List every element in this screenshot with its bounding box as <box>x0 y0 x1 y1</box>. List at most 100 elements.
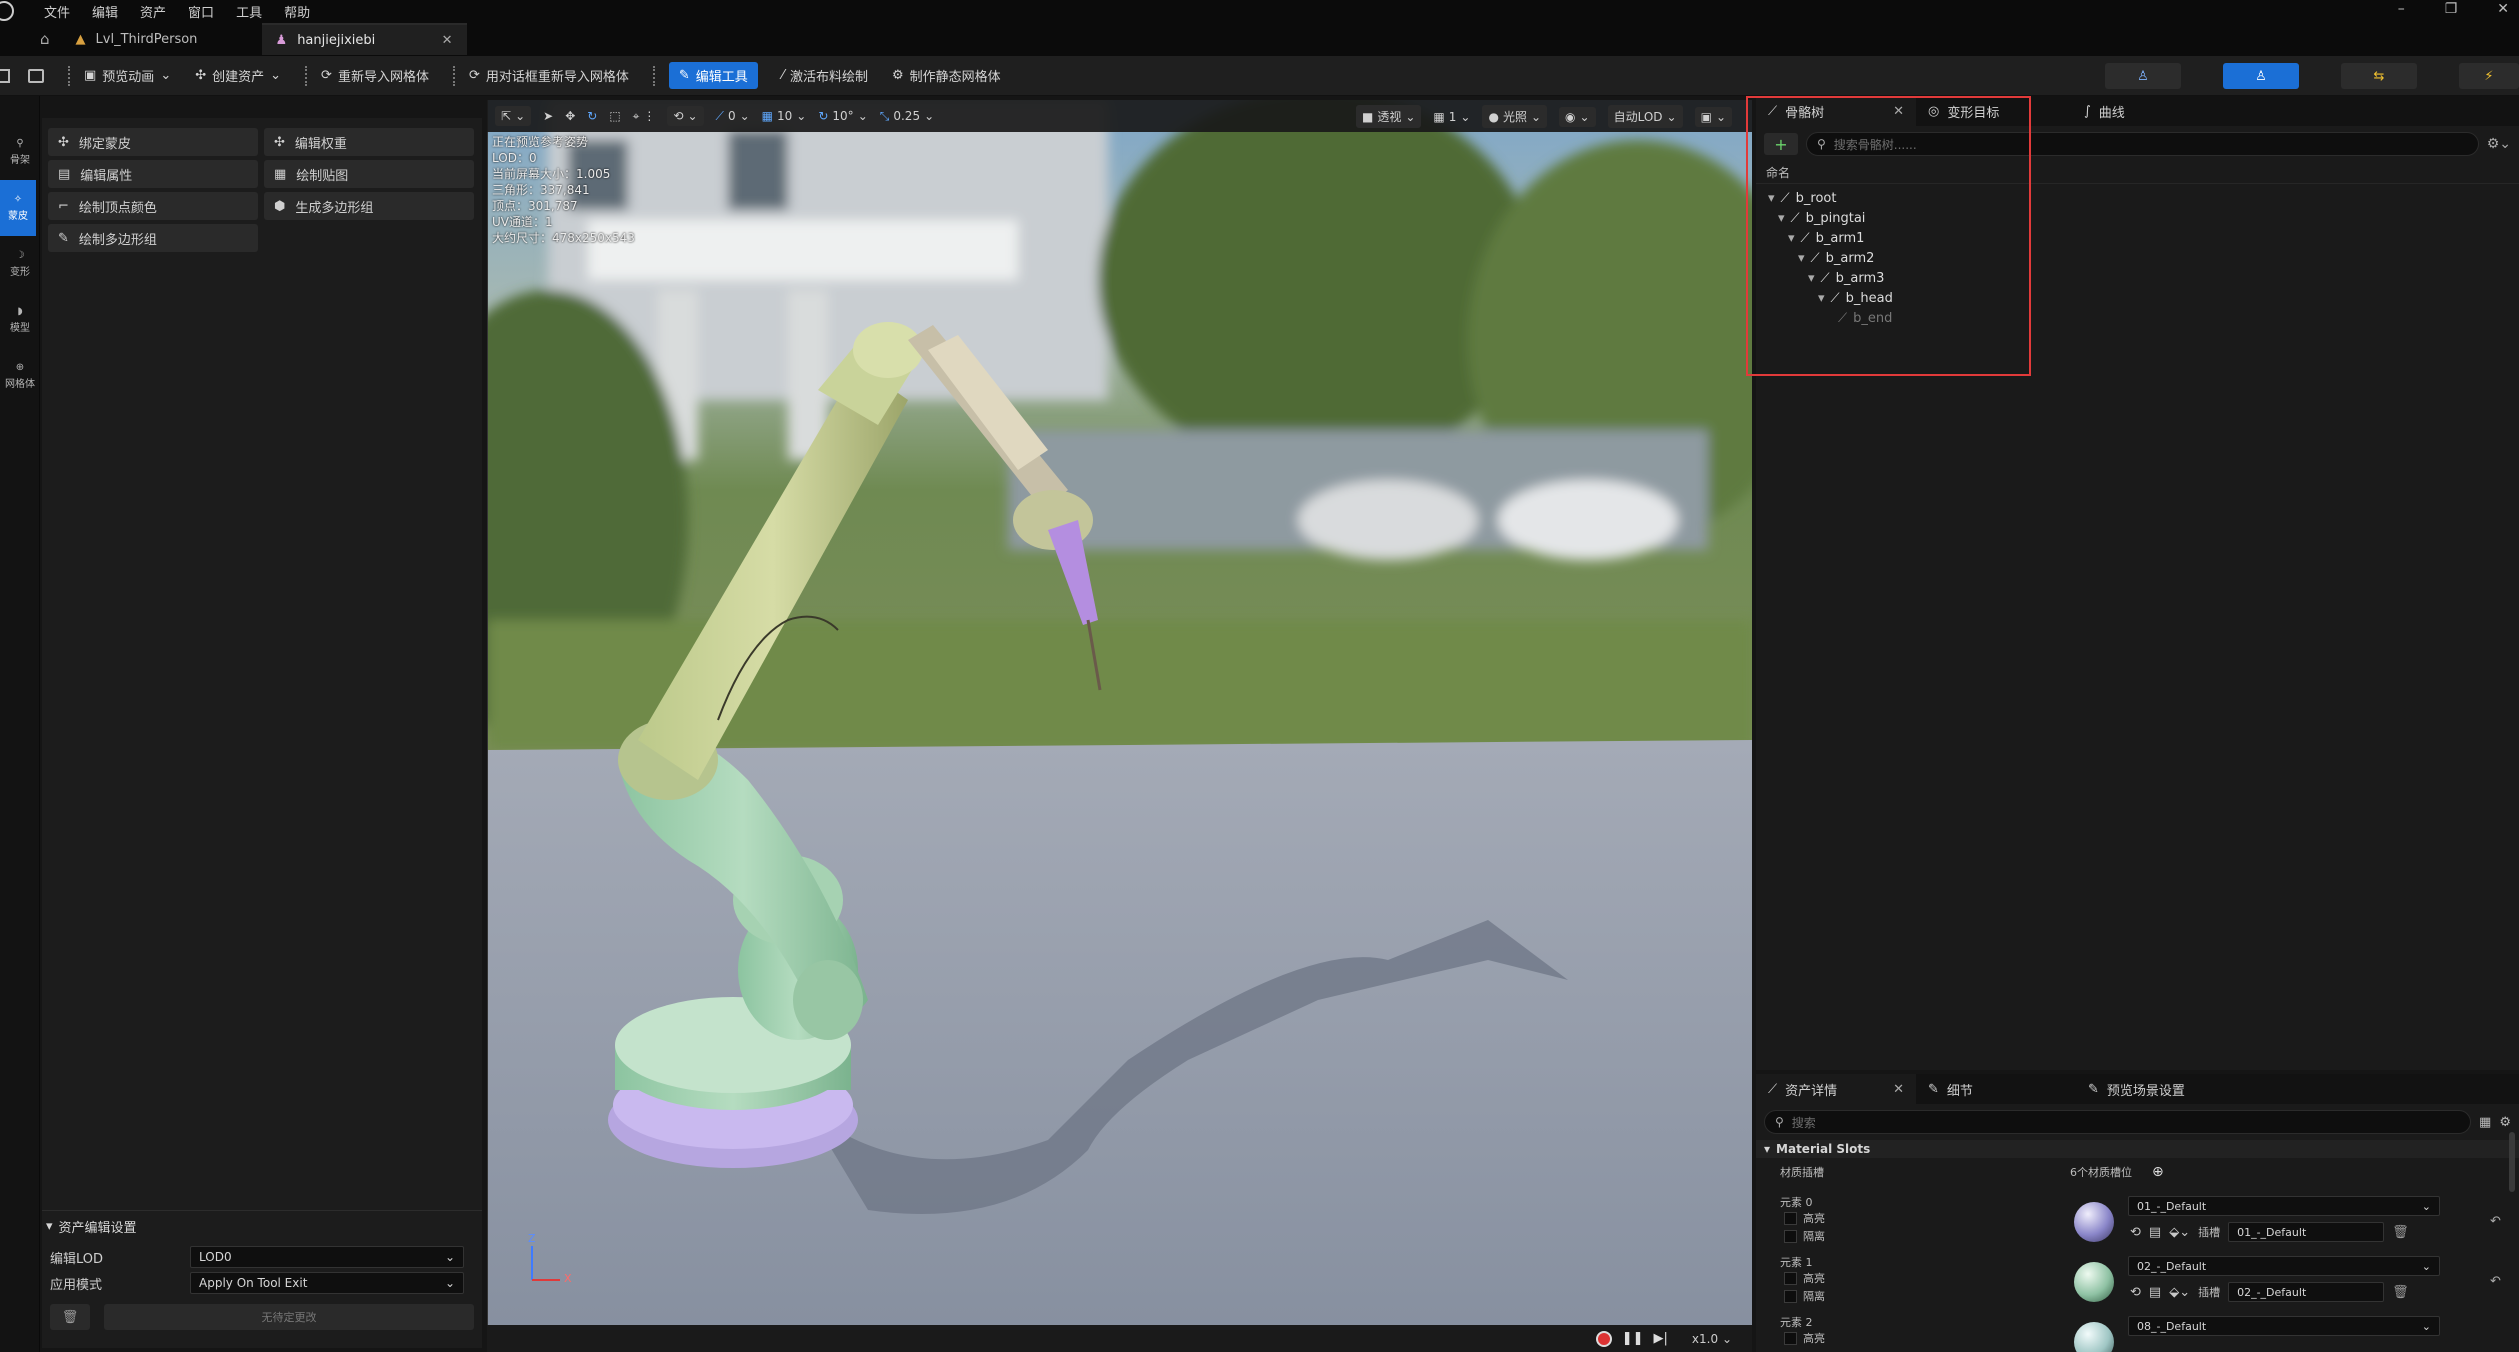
tab-curves[interactable]: ∫ 曲线 <box>2072 96 2137 126</box>
grid-snap[interactable]: ▦ 10 ⌄ <box>762 109 807 123</box>
bind-skin-button[interactable]: ✣ 绑定蒙皮 <box>48 128 258 156</box>
browse-asset-icon[interactable]: ▤ <box>2149 1285 2161 1300</box>
delete-slot-icon[interactable]: 🗑 <box>2392 1285 2409 1300</box>
perspective-dropdown[interactable]: ■ 透视 ⌄ <box>1356 105 1422 128</box>
material-options-icon[interactable]: ⬙⌄ <box>2169 1225 2190 1240</box>
highlight-checkbox[interactable] <box>1784 1271 1797 1285</box>
paint-maps-button[interactable]: ▦ 绘制贴图 <box>264 160 474 188</box>
select-tool[interactable]: ➤ <box>543 109 553 123</box>
mode-skeleton[interactable]: ⚲ 骨架 <box>0 124 40 180</box>
isolate-checkbox[interactable] <box>1784 1289 1797 1303</box>
pause-icon[interactable]: ❚❚ <box>1622 1331 1644 1346</box>
scale-tool[interactable]: ⬚ <box>609 109 620 123</box>
add-slot-icon[interactable]: ⊕ <box>2152 1164 2164 1180</box>
skeleton-mode-button[interactable]: ♙ <box>2105 63 2181 89</box>
rotation-snap[interactable]: ⟋ 0 ⌄ <box>716 109 750 124</box>
cloth-paint-button[interactable]: ⁄ 激活布料绘制 <box>782 66 868 85</box>
menu-asset[interactable]: 资产 <box>140 2 166 21</box>
tab-details[interactable]: ✎ 细节 <box>1916 1074 2076 1104</box>
reset-icon[interactable]: ↶ <box>2490 1274 2501 1289</box>
slot-name-input[interactable]: 02_-_Default <box>2228 1282 2385 1302</box>
rotate-tool[interactable]: ↻ <box>587 109 597 123</box>
material-dropdown[interactable]: 02_-_Default ⌄ <box>2128 1256 2440 1276</box>
auto-lod-dropdown[interactable]: 自动LOD ⌄ <box>1607 105 1683 128</box>
preview-scene-dropdown[interactable]: ▣ ⌄ <box>1694 106 1732 127</box>
material-thumbnail[interactable] <box>2074 1322 2114 1352</box>
isolate-checkbox[interactable] <box>1784 1229 1797 1243</box>
generate-polygroups-button[interactable]: ⬢ 生成多边形组 <box>264 192 474 220</box>
world-local-toggle[interactable]: ⌖ ⋮ <box>633 109 656 124</box>
lod-dropdown[interactable]: LOD0 ⌄ <box>190 1246 464 1268</box>
material-slots-header[interactable]: ▾ Material Slots <box>1756 1140 2519 1158</box>
material-thumbnail[interactable] <box>2074 1202 2114 1242</box>
step-forward-icon[interactable]: ▶| <box>1654 1331 1668 1346</box>
table-view-icon[interactable]: ▦ <box>2479 1115 2491 1130</box>
browse-asset-icon[interactable]: ▤ <box>2149 1225 2161 1240</box>
scale-snap[interactable]: ⤡ 0.25 ⌄ <box>880 109 934 124</box>
unreal-logo-icon[interactable] <box>0 1 14 21</box>
menu-help[interactable]: 帮助 <box>284 2 310 21</box>
paint-vertex-color-button[interactable]: ⌐ 绘制顶点颜色 <box>48 192 258 220</box>
material-options-icon[interactable]: ⬙⌄ <box>2169 1285 2190 1300</box>
reset-icon[interactable]: ↶ <box>2490 1214 2501 1229</box>
paint-polygroups-button[interactable]: ✎ 绘制多边形组 <box>48 224 258 252</box>
material-dropdown[interactable]: 08_-_Default ⌄ <box>2128 1316 2440 1336</box>
show-dropdown[interactable]: ◉ ⌄ <box>1559 106 1596 127</box>
menu-window[interactable]: 窗口 <box>188 2 214 21</box>
close-tab-icon[interactable]: ✕ <box>1893 1082 1904 1097</box>
physics-mode-button[interactable]: ⚡ <box>2459 63 2519 89</box>
preview-animation-button[interactable]: ▣ 预览动画 ⌄ <box>84 66 171 85</box>
use-selected-icon[interactable]: ⟲ <box>2130 1225 2141 1240</box>
lighting-dropdown[interactable]: ● 光照 ⌄ <box>1482 105 1548 128</box>
settings-gear-icon[interactable]: ⚙⌄ <box>2487 136 2511 152</box>
mode-mesh[interactable]: ⊕ 网格体 <box>0 348 40 404</box>
edit-attributes-button[interactable]: ▤ 编辑属性 <box>48 160 258 188</box>
create-asset-button[interactable]: ✣ 创建资产 ⌄ <box>195 66 281 85</box>
no-pending-changes-button[interactable]: 无待定更改 <box>104 1304 474 1330</box>
close-tab-icon[interactable]: ✕ <box>442 33 453 48</box>
browse-icon[interactable] <box>28 68 44 83</box>
mode-deform[interactable]: ☽ 变形 <box>0 236 40 292</box>
reimport-mesh-button[interactable]: ⟳ 重新导入网格体 <box>321 66 429 85</box>
minimize-icon[interactable]: – <box>2398 1 2405 17</box>
tab-skeletal-mesh[interactable]: ♟ hanjiejixiebi ✕ <box>261 23 467 55</box>
home-icon[interactable]: ⌂ <box>40 30 50 48</box>
highlight-checkbox[interactable] <box>1784 1331 1797 1345</box>
details-search-input[interactable]: ⚲ 搜索 <box>1764 1110 2472 1134</box>
asset-settings-header[interactable]: ▾ 资产编辑设置 <box>42 1211 482 1242</box>
reimport-dialog-button[interactable]: ⟳ 用对话框重新导入网格体 <box>469 66 629 85</box>
layout-dropdown[interactable]: ▦ 1 ⌄ <box>1433 110 1470 124</box>
settings-gear-icon[interactable]: ⚙ <box>2499 1115 2511 1130</box>
tab-preview-scene[interactable]: ✎ 预览场景设置 <box>2076 1074 2197 1104</box>
restore-icon[interactable]: ❐ <box>2445 1 2458 17</box>
tab-asset-details[interactable]: ⟋ 资产详情 ✕ <box>1756 1074 1916 1104</box>
make-static-mesh-button[interactable]: ⚙ 制作静态网格体 <box>892 66 1001 85</box>
edit-tools-button[interactable]: ✎ 编辑工具 <box>668 62 758 89</box>
close-window-icon[interactable]: ✕ <box>2497 1 2509 17</box>
surface-snap-button[interactable]: ⟲ ⌄ <box>667 106 704 126</box>
mesh-mode-button[interactable]: ♙ <box>2223 63 2299 89</box>
highlight-checkbox[interactable] <box>1784 1211 1797 1225</box>
mode-skin[interactable]: ✧ 蒙皮 <box>0 180 36 236</box>
edit-weights-button[interactable]: ✣ 编辑权重 <box>264 128 474 156</box>
slot-name-input[interactable]: 01_-_Default <box>2228 1222 2385 1242</box>
details-scrollbar[interactable] <box>2509 1132 2515 1192</box>
menu-tools[interactable]: 工具 <box>236 2 262 21</box>
use-selected-icon[interactable]: ⟲ <box>2130 1285 2141 1300</box>
delete-button[interactable]: 🗑 <box>50 1304 90 1330</box>
tab-level[interactable]: ▲ Lvl_ThirdPerson <box>62 23 262 55</box>
playback-speed[interactable]: x1.0 ⌄ <box>1692 1332 1732 1346</box>
record-icon[interactable] <box>1595 1330 1612 1347</box>
viewport-options-button[interactable]: ⇱ ⌄ <box>495 106 532 126</box>
apply-mode-dropdown[interactable]: Apply On Tool Exit ⌄ <box>190 1272 464 1294</box>
move-tool[interactable]: ✥ <box>565 109 575 123</box>
animation-mode-button[interactable]: ⇆ <box>2341 63 2417 89</box>
menu-edit[interactable]: 编辑 <box>92 2 118 21</box>
save-icon[interactable] <box>0 68 10 83</box>
delete-slot-icon[interactable]: 🗑 <box>2392 1225 2409 1240</box>
viewport[interactable] <box>487 100 1752 1325</box>
mode-model[interactable]: ◗ 模型 <box>0 292 40 348</box>
menu-file[interactable]: 文件 <box>44 2 70 21</box>
angle-snap[interactable]: ↻ 10° ⌄ <box>818 109 867 123</box>
material-dropdown[interactable]: 01_-_Default ⌄ <box>2128 1196 2440 1216</box>
